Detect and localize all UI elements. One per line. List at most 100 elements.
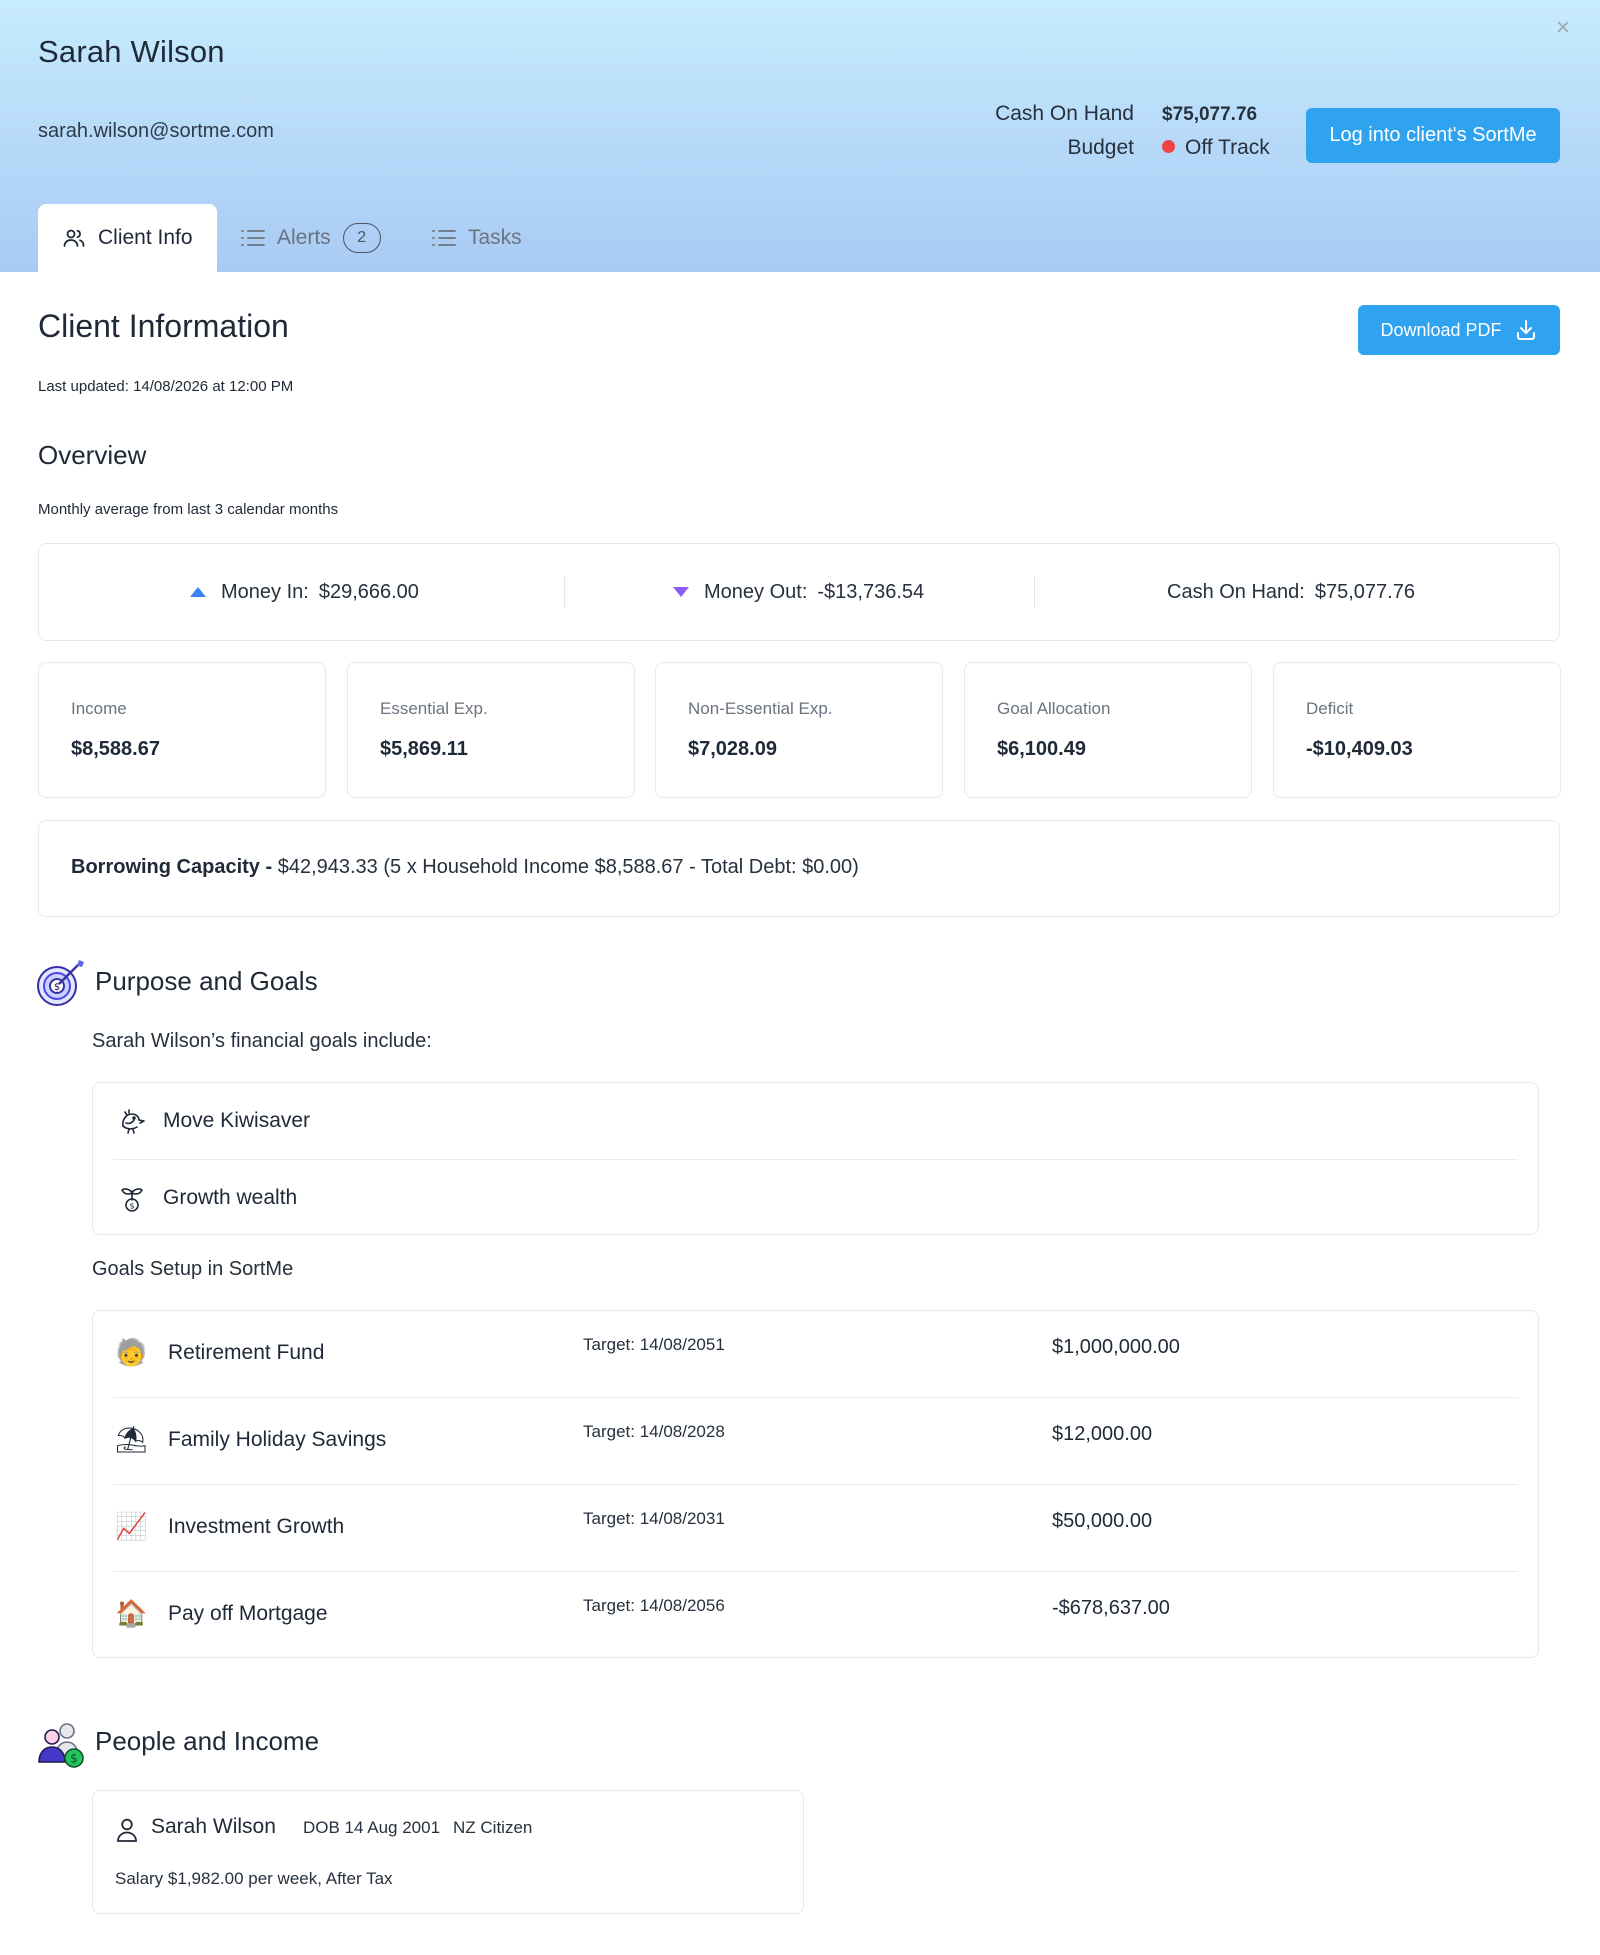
stat-value: $8,588.67 [71, 738, 160, 760]
client-header: × Sarah Wilson sarah.wilson@sortme.com C… [0, 0, 1600, 272]
money-out: Money Out: -$13,736.54 [672, 544, 924, 640]
divider [1034, 576, 1035, 608]
overview-subtitle: Monthly average from last 3 calendar mon… [38, 501, 339, 518]
money-in-value: $29,666.00 [318, 580, 419, 603]
login-client-button[interactable]: Log into client's SortMe [1306, 108, 1560, 163]
stat-label: Goal Allocation [997, 699, 1111, 718]
stat-label: Non-Essential Exp. [688, 699, 833, 718]
download-pdf-label: Download PDF [1380, 319, 1502, 340]
goal-name: Investment Growth [168, 1515, 345, 1538]
table-row: 🧓 Retirement Fund Target: 14/08/2051 $1,… [113, 1311, 1518, 1397]
goals-intro: Sarah Wilson’s financial goals include: [92, 1030, 432, 1052]
budget-status: Off Track [1162, 136, 1270, 160]
goal-name: Family Holiday Savings [168, 1428, 387, 1451]
stat-card-essential: Essential Exp. $5,869.11 [347, 662, 635, 798]
goal-amount: -$678,637.00 [1052, 1597, 1170, 1619]
svg-text:$: $ [70, 1752, 78, 1766]
download-icon [1516, 320, 1535, 340]
down-arrow-icon [673, 587, 689, 597]
goal-name: Pay off Mortgage [168, 1602, 328, 1625]
budget-status-text: Off Track [1185, 136, 1270, 159]
client-name: Sarah Wilson [38, 34, 225, 69]
goal-amount: $50,000.00 [1052, 1510, 1153, 1532]
bird-icon [115, 1104, 149, 1138]
client-email: sarah.wilson@sortme.com [38, 120, 274, 142]
person-card: Sarah Wilson DOB 14 Aug 2001 NZ Citizen … [92, 1790, 804, 1914]
list-item: $ Growth wealth [113, 1160, 1518, 1236]
goals-setup-list: 🧓 Retirement Fund Target: 14/08/2051 $1,… [92, 1310, 1539, 1658]
goal-amount: $12,000.00 [1052, 1423, 1153, 1445]
goal-name: Retirement Fund [168, 1341, 325, 1364]
older-person-icon: 🧓 [115, 1338, 148, 1368]
cash-on-hand-label: Cash On Hand: [1167, 580, 1305, 603]
borrowing-label: Borrowing Capacity - [71, 856, 273, 878]
goal-target: Target: 14/08/2056 [583, 1596, 725, 1615]
status-dot-icon [1162, 140, 1175, 153]
last-updated: Last updated: 14/08/2026 at 12:00 PM [38, 378, 294, 395]
money-in-label: Money In: [221, 580, 309, 603]
goal-label: Move Kiwisaver [163, 1109, 311, 1132]
stat-label: Income [71, 699, 127, 718]
tab-client-info[interactable]: Client Info [38, 204, 217, 272]
purpose-goals-title: Purpose and Goals [95, 966, 318, 996]
house-icon: 🏠 [115, 1599, 148, 1629]
stat-label: Essential Exp. [380, 699, 488, 718]
beach-umbrella-icon: ⛱ [115, 1425, 149, 1455]
chart-up-icon: 📈 [115, 1512, 148, 1542]
stat-label: Deficit [1306, 699, 1354, 718]
divider [564, 576, 565, 608]
list-item: Move Kiwisaver [113, 1083, 1518, 1159]
borrowing-capacity-card: Borrowing Capacity - $42,943.33 (5 x Hou… [38, 820, 1560, 917]
page-title: Client Information [38, 308, 289, 344]
money-out-label: Money Out: [704, 580, 808, 603]
cash-on-hand-label: Cash On Hand [995, 102, 1134, 125]
goal-target: Target: 14/08/2031 [583, 1509, 725, 1528]
budget-row: Budget Off Track [980, 136, 1280, 166]
money-plant-icon: $ [115, 1181, 149, 1215]
person-salary: Salary $1,982.00 per week, After Tax [115, 1869, 393, 1888]
cash-flow-summary: Money In: $29,666.00 Money Out: -$13,736… [38, 543, 1560, 641]
up-arrow-icon [190, 587, 206, 597]
cash-on-hand-value: $75,077.76 [1162, 104, 1258, 125]
stat-card-income: Income $8,588.67 [38, 662, 326, 798]
tab-alerts[interactable]: Alerts 2 [239, 204, 381, 272]
close-icon[interactable]: × [1556, 14, 1570, 42]
money-out-value: -$13,736.54 [817, 580, 925, 603]
list-icon [239, 224, 267, 252]
people-income-icon: $ [38, 1723, 84, 1768]
table-row: 🏠 Pay off Mortgage Target: 14/08/2056 -$… [113, 1572, 1518, 1658]
goals-setup-label: Goals Setup in SortMe [92, 1258, 294, 1280]
financial-goals-list: Move Kiwisaver $ Growth wealth [92, 1082, 1539, 1235]
stat-card-non-essential: Non-Essential Exp. $7,028.09 [655, 662, 943, 798]
user-icon [117, 1818, 137, 1842]
goal-target: Target: 14/08/2051 [583, 1335, 725, 1354]
person-citizenship: NZ Citizen [453, 1818, 533, 1837]
borrowing-text: $42,943.33 (5 x Household Income $8,588.… [272, 856, 859, 878]
tab-tasks[interactable]: Tasks [430, 204, 522, 272]
svg-text:$: $ [129, 1202, 134, 1211]
stat-value: $5,869.11 [380, 738, 468, 760]
download-pdf-button[interactable]: Download PDF [1358, 305, 1560, 355]
goal-amount: $1,000,000.00 [1052, 1336, 1180, 1358]
target-icon: $ [37, 960, 84, 1006]
list-icon [430, 224, 458, 252]
person-dob: DOB 14 Aug 2001 [303, 1818, 441, 1837]
people-income-title: People and Income [95, 1726, 320, 1756]
stat-card-goal-allocation: Goal Allocation $6,100.49 [964, 662, 1252, 798]
person-name: Sarah Wilson [151, 1815, 276, 1838]
stat-value: -$10,409.03 [1306, 738, 1413, 760]
goal-target: Target: 14/08/2028 [583, 1422, 725, 1441]
cash-on-hand: Cash On Hand: $75,077.76 [1167, 544, 1415, 640]
table-row: ⛱ Family Holiday Savings Target: 14/08/2… [113, 1398, 1518, 1484]
tab-label: Tasks [468, 226, 522, 249]
money-in: Money In: $29,666.00 [189, 544, 419, 640]
budget-label: Budget [1067, 136, 1134, 159]
goal-label: Growth wealth [163, 1186, 298, 1209]
tab-label: Alerts [277, 226, 331, 249]
stat-card-deficit: Deficit -$10,409.03 [1273, 662, 1561, 798]
cash-on-hand-row: Cash On Hand $75,077.76 [980, 102, 1280, 132]
tab-label: Client Info [98, 226, 193, 249]
stat-value: $7,028.09 [688, 738, 777, 760]
borrowing-capacity: Borrowing Capacity - $42,943.33 (5 x Hou… [71, 856, 859, 879]
users-icon [60, 224, 88, 252]
